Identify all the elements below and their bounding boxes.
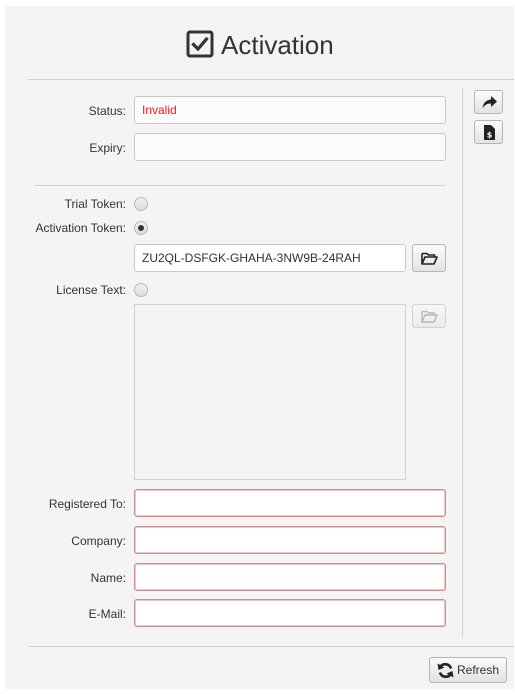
folder-open-icon (421, 310, 438, 323)
activation-token-input[interactable]: ZU2QL-DSFGK-GHAHA-3NW9B-24RAH (134, 244, 406, 272)
name-field[interactable] (134, 563, 446, 591)
activation-token-value: ZU2QL-DSFGK-GHAHA-3NW9B-24RAH (142, 251, 361, 265)
company-field[interactable] (134, 526, 446, 554)
page-title: Activation (221, 30, 334, 60)
status-field: Invalid (134, 96, 446, 124)
email-field[interactable] (134, 599, 446, 627)
status-label: Status: (88, 104, 126, 118)
radio-selected-dot (138, 225, 144, 231)
license-text-area[interactable] (134, 304, 406, 480)
status-value: Invalid (142, 103, 177, 117)
expiry-label: Expiry: (89, 141, 126, 155)
activation-token-label: Activation Token: (35, 221, 127, 235)
expiry-field (134, 133, 446, 161)
registered-to-label: Registered To: (48, 497, 126, 511)
company-label: Company: (71, 534, 126, 548)
folder-open-icon (421, 252, 438, 265)
export-button[interactable] (474, 90, 503, 114)
checkbox-checked-icon (186, 30, 214, 58)
activation-panel: Activation $ Status: Invalid Expiry: Tri… (5, 6, 514, 689)
clipboard-dollar-icon: $ (484, 125, 495, 140)
name-label: Name: (90, 571, 126, 585)
svg-text:$: $ (487, 131, 493, 140)
refresh-icon (437, 662, 454, 679)
toolbar-divider (462, 88, 463, 638)
header: Activation (5, 6, 514, 79)
purchase-button[interactable]: $ (474, 120, 503, 144)
section-divider (35, 185, 446, 186)
browse-license-button[interactable] (412, 304, 446, 328)
refresh-label: Refresh (457, 663, 500, 677)
activation-token-radio[interactable] (134, 221, 148, 235)
trial-token-radio[interactable] (134, 197, 148, 211)
refresh-button[interactable]: Refresh (429, 657, 507, 683)
trial-token-label: Trial Token: (64, 197, 126, 211)
registered-to-field[interactable] (134, 489, 446, 517)
header-divider (28, 79, 514, 80)
email-label: E-Mail: (88, 607, 126, 621)
share-arrow-icon (482, 96, 497, 109)
license-text-label: License Text: (56, 283, 126, 297)
footer-divider (28, 646, 514, 647)
browse-token-button[interactable] (412, 244, 446, 272)
license-text-radio[interactable] (134, 283, 148, 297)
